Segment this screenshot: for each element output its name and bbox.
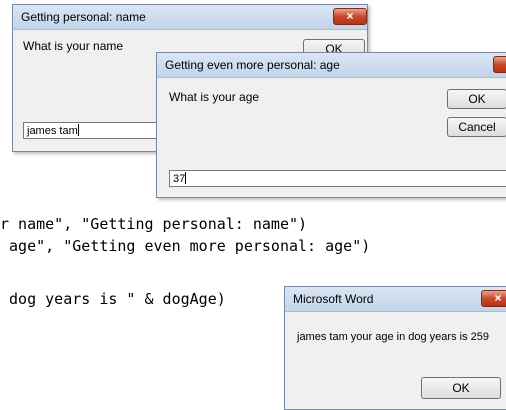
age-input[interactable]: 37 xyxy=(169,170,506,187)
dialog-title: Microsoft Word xyxy=(293,292,374,306)
cancel-button[interactable]: Cancel xyxy=(447,117,506,137)
code-line: r name", "Getting personal: name") xyxy=(0,215,308,233)
close-icon: × xyxy=(494,291,502,305)
message-text: james tam your age in dog years is 259 xyxy=(297,331,489,343)
dialog-titlebar[interactable]: Getting even more personal: age × xyxy=(157,53,506,78)
close-button[interactable]: × xyxy=(481,290,506,307)
dialog-titlebar[interactable]: Getting personal: name × xyxy=(13,5,367,30)
close-button[interactable]: × xyxy=(493,56,506,73)
ok-button[interactable]: OK xyxy=(447,89,506,109)
dialog-title: Getting even more personal: age xyxy=(165,58,340,72)
dialog-title: Getting personal: name xyxy=(21,10,146,24)
code-line: age", "Getting even more personal: age") xyxy=(0,237,371,255)
text-caret xyxy=(77,124,79,136)
close-button[interactable]: × xyxy=(333,8,367,25)
name-input[interactable]: james tam xyxy=(23,122,169,139)
input-dialog-age: Getting even more personal: age × What i… xyxy=(156,52,506,198)
close-icon: × xyxy=(346,9,354,23)
ok-button[interactable]: OK xyxy=(421,377,501,399)
message-box: Microsoft Word × james tam your age in d… xyxy=(284,286,506,410)
dialog-prompt: What is your age xyxy=(169,90,260,104)
text-caret xyxy=(185,172,187,184)
dialog-prompt: What is your name xyxy=(23,39,124,53)
code-line: dog years is " & dogAge) xyxy=(0,290,226,308)
dialog-titlebar[interactable]: Microsoft Word × xyxy=(285,287,506,312)
